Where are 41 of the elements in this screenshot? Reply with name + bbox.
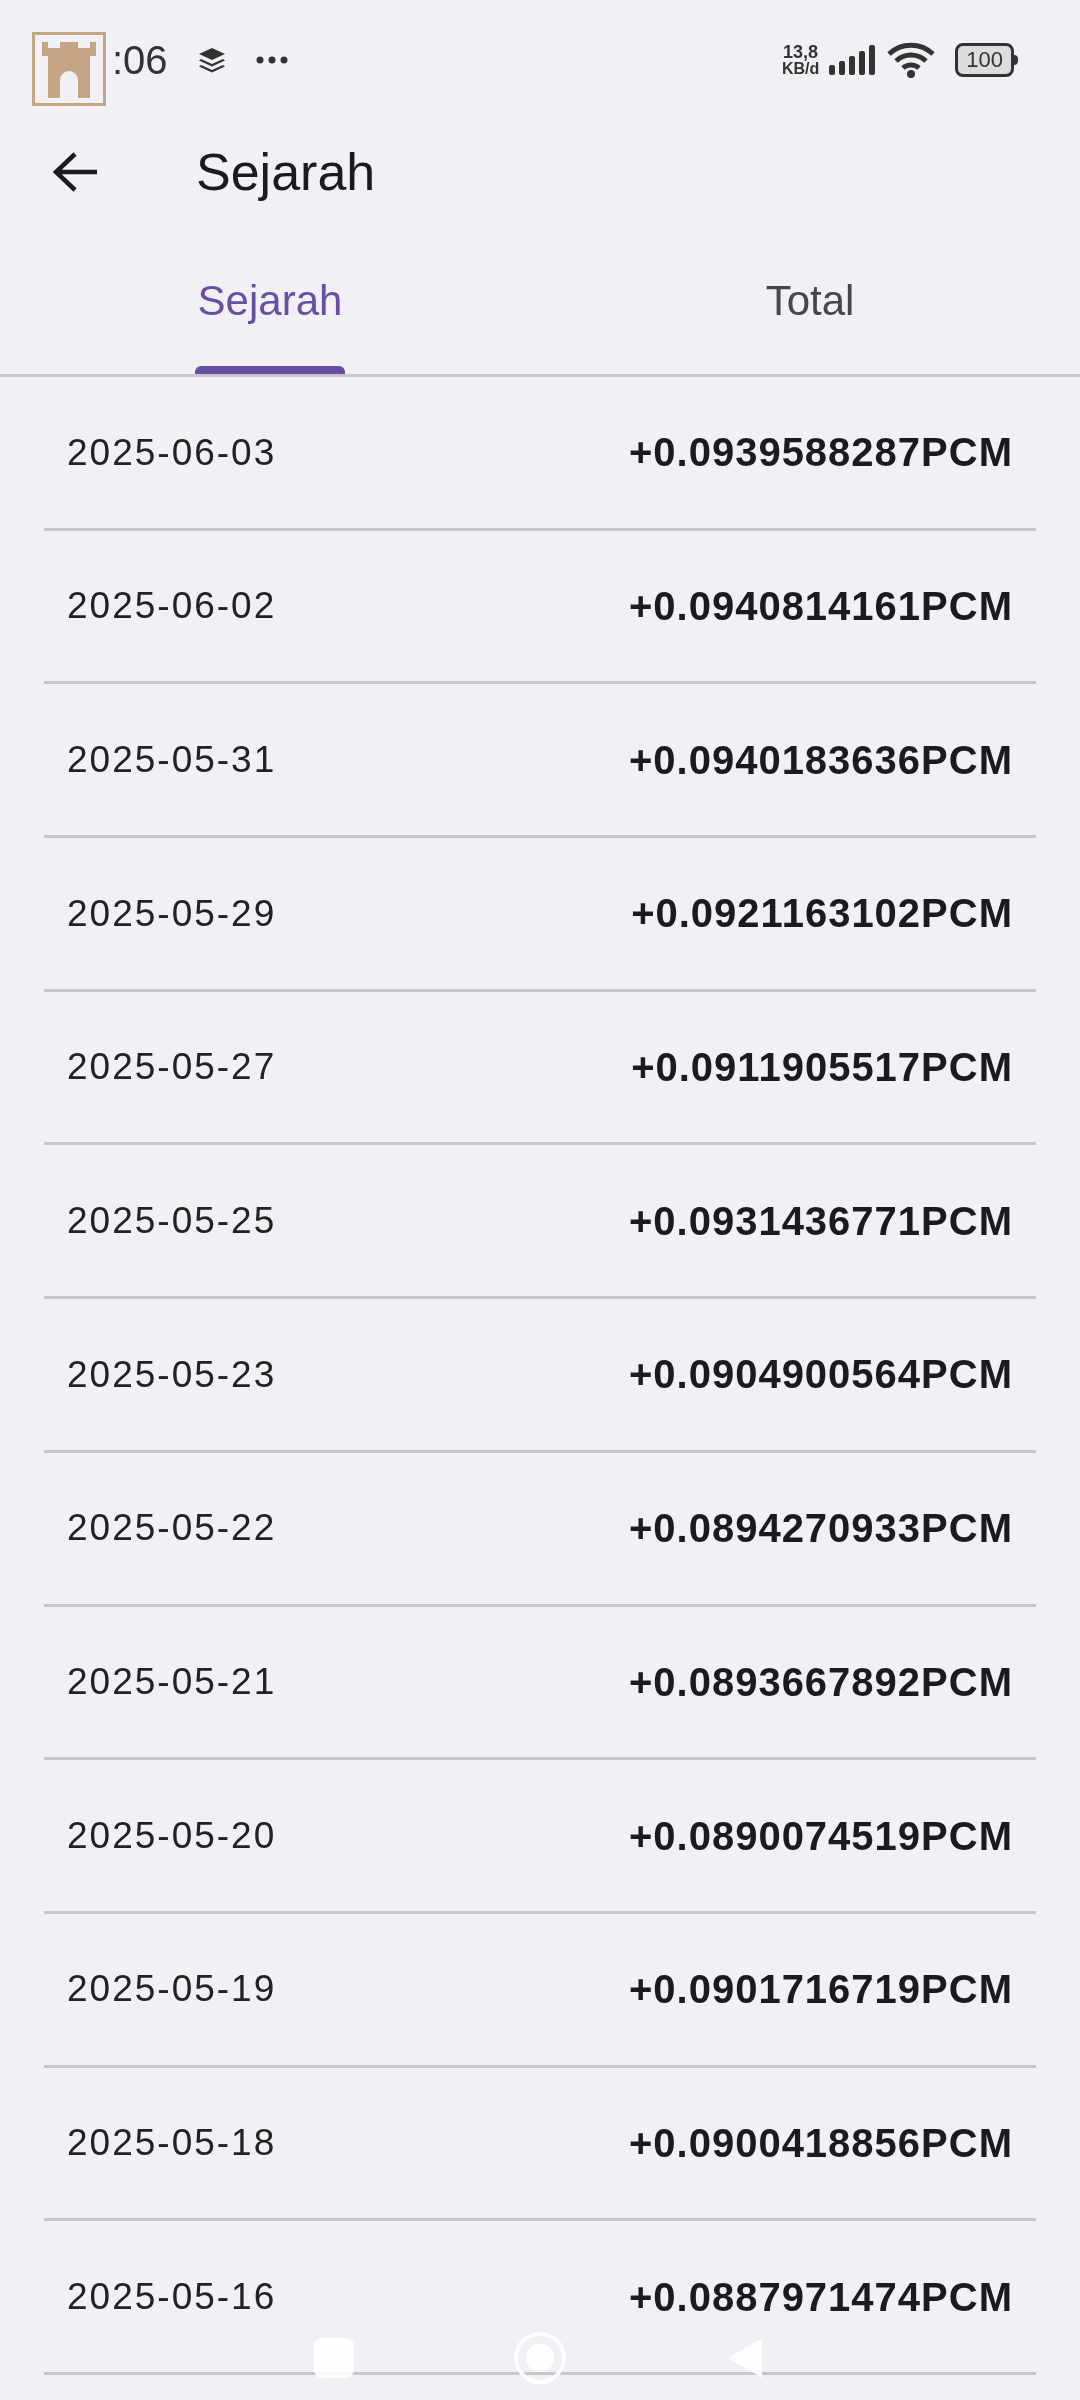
date-text: 2025-05-22 xyxy=(67,1506,277,1551)
date-text: 2025-05-16 xyxy=(67,2274,277,2319)
amount-text: +0.0931436771PCM xyxy=(628,1197,1013,1245)
tab[interactable]: Total xyxy=(540,224,1080,374)
date-text: 2025-05-23 xyxy=(67,1352,277,1397)
recents-button[interactable] xyxy=(314,2338,354,2378)
date-text: 2025-05-25 xyxy=(67,1199,277,1244)
date-text: 2025-05-19 xyxy=(67,1967,277,2012)
amount-text: +0.0901716719PCM xyxy=(628,1966,1013,2014)
date-text: 2025-06-02 xyxy=(67,584,277,629)
layers-icon xyxy=(197,47,226,73)
amount-text: +0.0921163102PCM xyxy=(631,890,1013,938)
amount-text: +0.0940814161PCM xyxy=(628,583,1013,631)
home-button[interactable] xyxy=(514,2332,566,2384)
amount-text: +0.0887971474PCM xyxy=(628,2273,1013,2321)
amount-text: +0.0940183636PCM xyxy=(628,736,1013,784)
status-time: :06 xyxy=(112,37,168,84)
amount-text: +0.0904900564PCM xyxy=(628,1351,1013,1399)
date-text: 2025-06-03 xyxy=(67,430,277,475)
network-unit: KB/d xyxy=(781,61,820,77)
amount-text: +0.0894270933PCM xyxy=(628,1505,1013,1553)
page-title: Sejarah xyxy=(196,142,376,203)
amount-text: +0.0939588287PCM xyxy=(628,429,1013,477)
date-text: 2025-05-29 xyxy=(67,891,277,936)
castle-icon xyxy=(32,32,106,106)
tab[interactable]: Sejarah xyxy=(0,224,540,374)
amount-text: +0.0900418856PCM xyxy=(628,2119,1013,2167)
amount-text: +0.0911905517PCM xyxy=(631,1044,1013,1092)
back-icon xyxy=(53,152,99,192)
network-speed: 13,8 xyxy=(783,43,819,61)
wifi-icon xyxy=(887,42,936,78)
more-icon xyxy=(255,56,288,64)
date-text: 2025-05-20 xyxy=(67,1813,277,1858)
date-text: 2025-05-21 xyxy=(67,1660,277,1705)
date-text: 2025-05-27 xyxy=(67,1045,277,1090)
date-text: 2025-05-18 xyxy=(67,2121,277,2166)
amount-text: +0.0890074519PCM xyxy=(628,1812,1013,1860)
amount-text: +0.0893667892PCM xyxy=(628,1658,1013,1706)
signal-icon xyxy=(829,45,878,75)
battery-indicator: 100 xyxy=(955,43,1018,77)
date-text: 2025-05-31 xyxy=(67,737,277,782)
